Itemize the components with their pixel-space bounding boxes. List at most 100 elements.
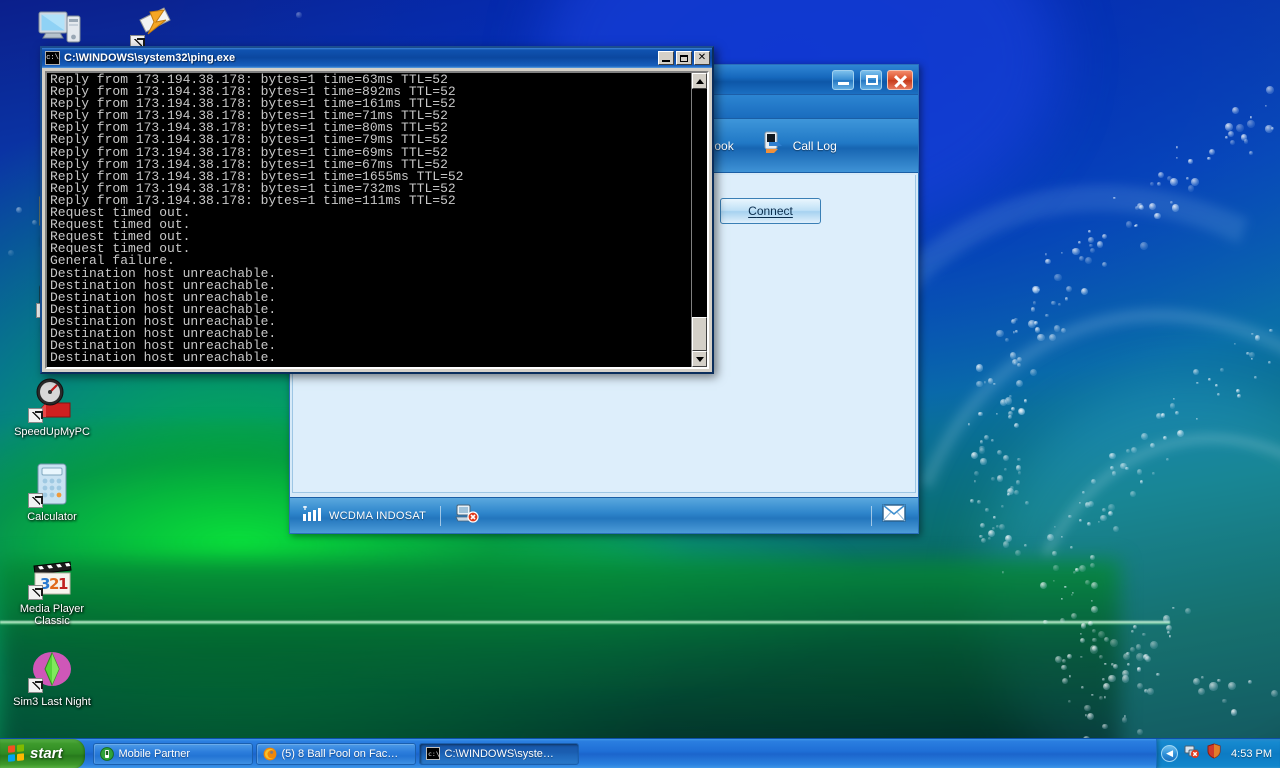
close-button[interactable] — [887, 70, 913, 90]
wallpaper-bubble — [976, 364, 984, 372]
maximize-button[interactable] — [860, 70, 882, 90]
calculator-icon — [28, 460, 76, 508]
desktop-icon-label: Media Player Classic — [19, 603, 85, 627]
wallpaper-bubble — [1001, 570, 1005, 574]
wallpaper-bubble — [1207, 156, 1211, 161]
statusbar-divider — [871, 505, 872, 526]
connection-error-icon[interactable] — [455, 502, 479, 529]
wallpaper-bubble — [1149, 442, 1155, 448]
wallpaper-bubble — [1002, 541, 1010, 548]
taskbar-button-group[interactable]: Mobile Partner (5) 8 Ball Pool on Fac… c… — [92, 742, 582, 765]
wallpaper-bubble — [1087, 620, 1093, 627]
wallpaper-bubble — [1123, 715, 1127, 718]
wallpaper-bubble — [1006, 492, 1010, 497]
wallpaper-bubble — [1017, 471, 1021, 475]
wallpaper-bubble — [1061, 677, 1068, 684]
wallpaper-bubble — [1140, 432, 1148, 440]
close-button[interactable]: ✕ — [694, 51, 710, 65]
show-hidden-icons-icon[interactable]: ◀ — [1161, 745, 1179, 762]
winamp-icon — [130, 2, 178, 50]
wallpaper-bubble — [1208, 378, 1211, 381]
wallpaper-bubble — [1084, 580, 1090, 585]
wallpaper-bubble — [967, 423, 971, 426]
signal-bars-icon — [302, 505, 322, 527]
scrollbar-thumb[interactable] — [692, 317, 707, 351]
taskbar-button-firefox[interactable]: (5) 8 Ball Pool on Fac… — [255, 742, 416, 765]
wallpaper-bubble — [8, 250, 14, 256]
scrollbar-track[interactable] — [692, 89, 707, 351]
scroll-down-button[interactable] — [692, 351, 707, 367]
wallpaper-bubble — [1053, 565, 1059, 571]
wallpaper-bubble — [1169, 402, 1176, 409]
wallpaper-bubble — [1040, 581, 1048, 589]
connect-button[interactable]: Connect — [720, 198, 821, 224]
console-titlebar[interactable]: c:\ C:\WINDOWS\system32\ping.exe ✕ — [42, 48, 712, 68]
wallpaper-bubble — [970, 499, 975, 503]
minimize-button[interactable] — [658, 51, 674, 65]
taskbar-button-console[interactable]: c:\ C:\WINDOWS\syste… — [418, 742, 579, 765]
wallpaper-bubble — [1134, 224, 1137, 228]
wallpaper-bubble — [1080, 287, 1088, 295]
ping-console-window[interactable]: c:\ C:\WINDOWS\system32\ping.exe ✕ Reply… — [40, 46, 714, 374]
wallpaper-bubble — [1136, 469, 1143, 475]
wallpaper-bubble — [1243, 139, 1249, 144]
firefox-icon — [263, 747, 277, 761]
wallpaper-bubble — [1222, 698, 1227, 704]
maximize-button[interactable] — [676, 51, 692, 65]
network-error-icon[interactable] — [1184, 743, 1200, 764]
wallpaper-bubble — [1013, 422, 1019, 428]
wallpaper-bubble — [1166, 176, 1172, 182]
wallpaper-bubble — [976, 380, 983, 388]
wallpaper-bubble — [296, 12, 302, 18]
wallpaper-bubble — [1130, 629, 1134, 633]
envelope-icon[interactable] — [882, 504, 906, 527]
wallpaper-bubble — [1075, 568, 1079, 572]
svg-text:1: 1 — [58, 575, 68, 593]
wallpaper-bubble — [1247, 120, 1255, 128]
wallpaper-bubble — [1196, 381, 1199, 385]
console-output: Reply from 173.194.38.178: bytes=1 time=… — [50, 73, 464, 366]
desktop-icon-sim3-last-night[interactable]: Sim3 Last Night — [6, 645, 98, 708]
wallpaper-bubble — [1188, 159, 1193, 164]
wallpaper-bubble — [1236, 124, 1244, 132]
clock[interactable]: 4:53 PM — [1228, 748, 1272, 760]
wallpaper-bubble — [1016, 380, 1023, 387]
start-button[interactable]: start — [0, 738, 85, 768]
wallpaper-bubble — [998, 523, 1006, 530]
console-scrollbar[interactable] — [691, 73, 707, 367]
mobile-partner-statusbar[interactable]: WCDMA INDOSAT — [290, 497, 918, 533]
scroll-up-button[interactable] — [692, 73, 707, 89]
desktop-icon-speedupmypc[interactable]: SpeedUpMyPC — [6, 375, 98, 438]
console-client-area[interactable]: Reply from 173.194.38.178: bytes=1 time=… — [45, 71, 709, 369]
wallpaper-bubble — [1209, 149, 1215, 155]
desktop-icon-calculator[interactable]: Calculator — [6, 460, 98, 523]
toolbar-item-call-log[interactable]: Call Log — [760, 130, 837, 161]
wallpaper-bubble — [1098, 654, 1103, 659]
wallpaper-bubble — [1068, 514, 1072, 519]
wallpaper-bubble — [993, 516, 996, 519]
wallpaper-bubble — [1270, 126, 1275, 130]
wallpaper-bubble — [1163, 436, 1167, 440]
taskbar-button-mobile-partner[interactable]: Mobile Partner — [92, 742, 253, 765]
wallpaper-bubble — [1186, 176, 1190, 180]
minimize-button[interactable] — [832, 70, 854, 90]
wallpaper-bubble — [1133, 624, 1138, 629]
wallpaper-bubble — [1136, 653, 1144, 661]
wallpaper-bubble — [1054, 274, 1062, 282]
wallpaper-bubble — [1122, 670, 1129, 677]
wallpaper-bubble — [979, 534, 983, 538]
system-tray[interactable]: ◀ 4:53 PM — [1156, 738, 1280, 768]
shield-icon[interactable] — [1206, 743, 1222, 764]
wallpaper-bubble — [1149, 181, 1154, 186]
taskbar[interactable]: start Mobile Partner (5) 8 Ball Pool on … — [0, 738, 1280, 768]
wallpaper-bubble — [1264, 104, 1267, 107]
wallpaper-bubble — [1219, 367, 1224, 372]
wallpaper-bubble — [1137, 683, 1144, 689]
wallpaper-bubble — [1081, 491, 1085, 495]
desktop[interactable]: My Co Recyc SEMUA ACDSe — [0, 0, 1280, 768]
desktop-icon-winamp[interactable] — [108, 2, 200, 50]
desktop-icon-media-player-classic[interactable]: 3 2 1 Media Player Classic — [6, 552, 98, 627]
wallpaper-bubble — [1091, 694, 1094, 697]
wallpaper-bubble — [1047, 533, 1055, 541]
wallpaper-bubble — [1037, 333, 1045, 341]
